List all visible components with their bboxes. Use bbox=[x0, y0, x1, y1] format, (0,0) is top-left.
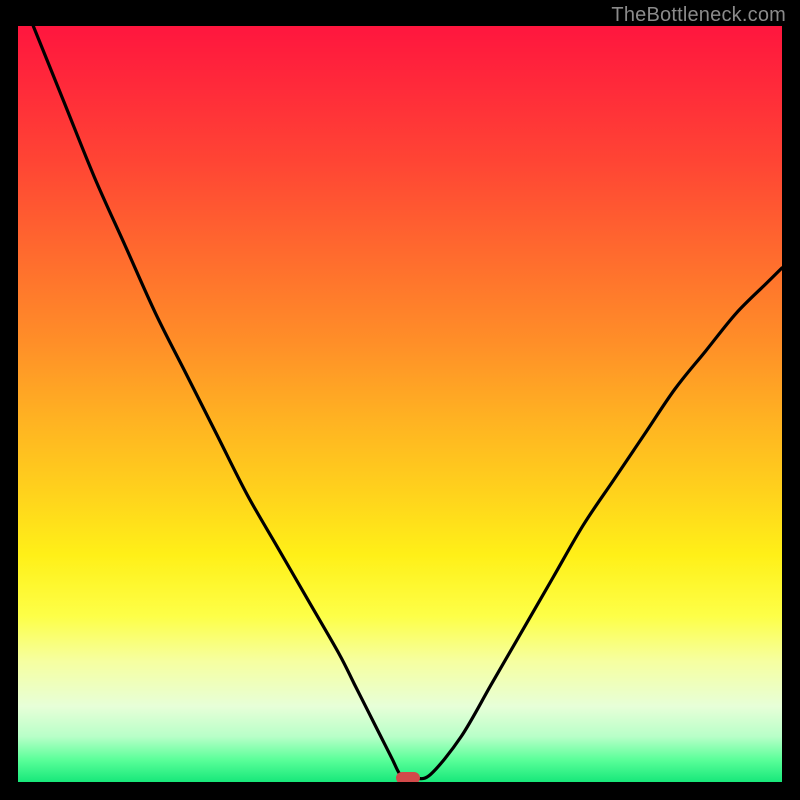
optimal-point-marker bbox=[396, 772, 420, 782]
plot-area bbox=[18, 26, 782, 782]
chart-frame: TheBottleneck.com bbox=[0, 0, 800, 800]
curve-path bbox=[33, 26, 782, 779]
watermark-text: TheBottleneck.com bbox=[611, 4, 786, 27]
bottleneck-curve bbox=[18, 26, 782, 782]
